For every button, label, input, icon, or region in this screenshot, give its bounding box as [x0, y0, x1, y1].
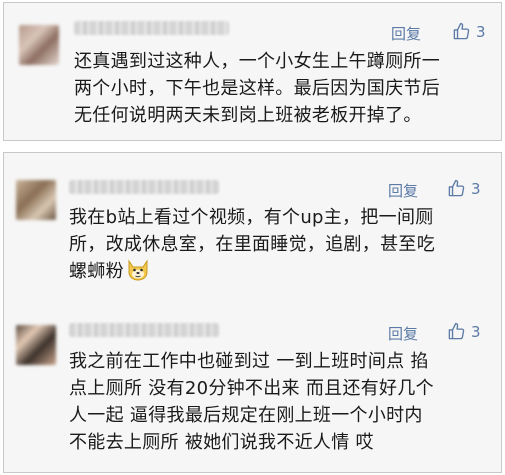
comment-line: 我之前在工作中也碰到过 一到上班时间点 掐	[69, 351, 429, 372]
like-button[interactable]: 3	[447, 322, 481, 341]
comment-line: 点上厕所 没有20分钟不出来 而且还有好几个	[69, 378, 434, 399]
doge-emoji-icon	[126, 259, 150, 289]
username[interactable]	[69, 323, 219, 337]
comment-line: 无任何说明两天未到岗上班被老板开掉了。	[74, 105, 422, 126]
username[interactable]	[74, 21, 229, 35]
like-count: 3	[476, 22, 486, 41]
comment-line: 人一起 逼得我最后规定在刚上班一个小时内	[69, 405, 423, 426]
comment-line-text: 螺蛳粉	[69, 261, 124, 282]
reply-button[interactable]: 回复	[388, 323, 418, 344]
like-count: 3	[471, 179, 481, 198]
comment-line: 两个小时，下午也是这样。最后因为国庆节后	[74, 78, 440, 99]
avatar[interactable]	[16, 325, 56, 365]
comment-line: 不能去上厕所 被她们说我不近人情 哎	[69, 432, 374, 453]
comment-line: 所，改成休息室，在里面睡觉，追剧，甚至吃	[69, 234, 435, 255]
comment-text: 我之前在工作中也碰到过 一到上班时间点 掐 点上厕所 没有20分钟不出来 而且还…	[69, 348, 434, 456]
thumbs-up-icon	[447, 322, 466, 341]
comment-card: 回复 3 我在b站上看过个视频，有个up主，把一间厕 所，改成休息室，在里面睡觉…	[3, 152, 502, 473]
avatar[interactable]	[19, 25, 59, 65]
avatar[interactable]	[16, 180, 56, 220]
comment-text: 还真遇到过这种人，一个小女生上午蹲厕所一 两个小时，下午也是这样。最后因为国庆节…	[74, 48, 440, 129]
like-button[interactable]: 3	[452, 22, 486, 41]
comment-line: 螺蛳粉	[69, 258, 435, 289]
like-count: 3	[471, 322, 481, 341]
comment-text: 我在b站上看过个视频，有个up主，把一间厕 所，改成休息室，在里面睡觉，追剧，甚…	[69, 204, 435, 289]
comment-line: 我在b站上看过个视频，有个up主，把一间厕	[69, 207, 434, 228]
comment-card: 回复 3 还真遇到过这种人，一个小女生上午蹲厕所一 两个小时，下午也是这样。最后…	[3, 2, 502, 141]
thumbs-up-icon	[447, 179, 466, 198]
reply-button[interactable]: 回复	[388, 180, 418, 201]
username[interactable]	[69, 180, 219, 194]
reply-button[interactable]: 回复	[391, 23, 421, 44]
thumbs-up-icon	[452, 22, 471, 41]
comment-line: 还真遇到过这种人，一个小女生上午蹲厕所一	[74, 51, 440, 72]
like-button[interactable]: 3	[447, 179, 481, 198]
